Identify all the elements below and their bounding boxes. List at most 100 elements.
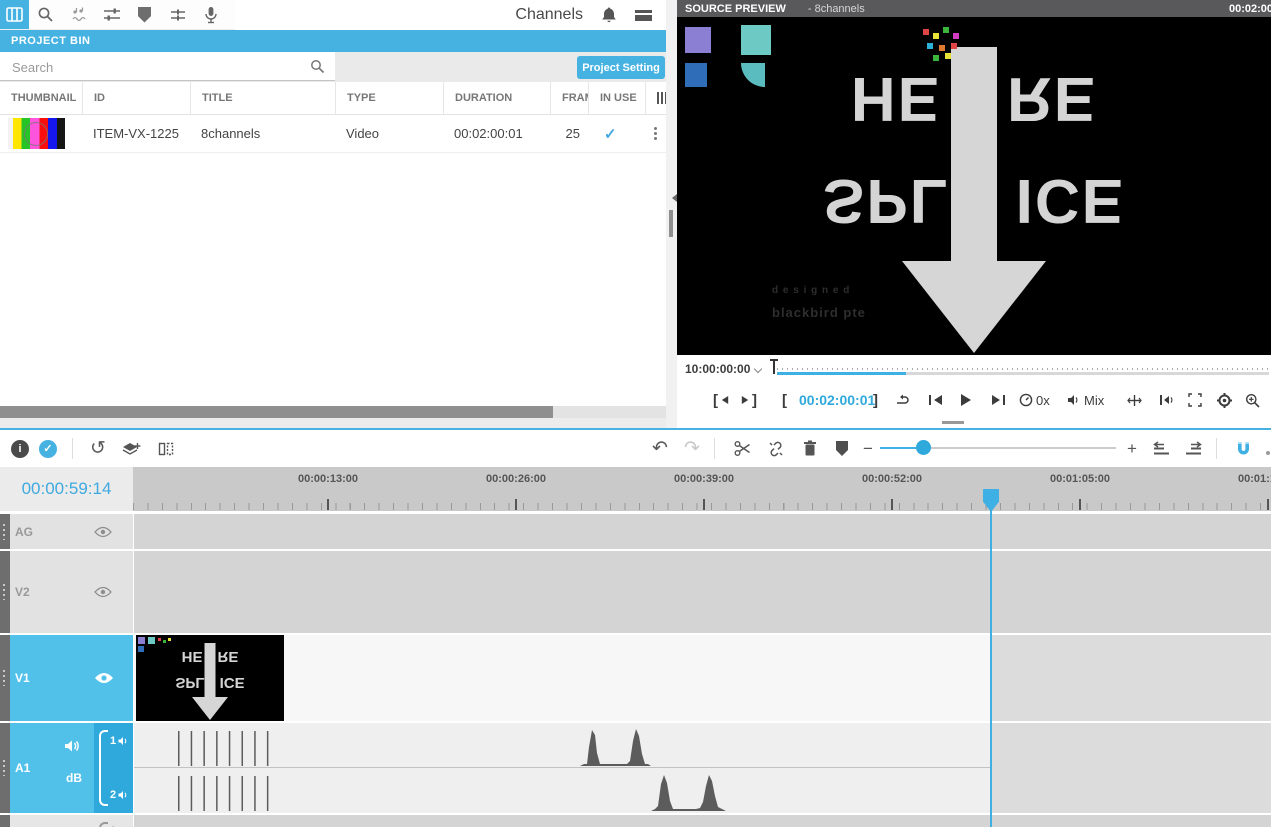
scrub-progress-track[interactable] (777, 372, 1269, 375)
tab-search[interactable] (29, 0, 62, 29)
clip-thumbnail[interactable] (0, 118, 82, 149)
playhead-marker[interactable] (983, 489, 999, 511)
visibility-eye-icon[interactable] (94, 526, 112, 538)
channel-1-toggle[interactable]: 1 (110, 735, 129, 747)
zoom-in-plus[interactable]: + (1122, 430, 1142, 467)
audio-mix-control[interactable]: Mix (1067, 385, 1104, 415)
a1-channel-group: 1 2 (94, 723, 133, 813)
project-setting-button[interactable]: Project Setting (577, 56, 665, 79)
timecode-dropdown-caret-icon[interactable] (754, 365, 762, 373)
overflow-icon[interactable] (1264, 430, 1271, 467)
track-drag-handle[interactable] (0, 815, 10, 827)
audio-lane-1[interactable] (134, 723, 991, 767)
fullscreen-icon[interactable] (1188, 385, 1202, 415)
channel-2-toggle[interactable]: 2 (110, 789, 129, 801)
search-row: Search Project Setting (0, 52, 666, 82)
track-v2-content[interactable] (134, 551, 1271, 633)
approve-check-button[interactable]: ✓ (36, 430, 60, 467)
undo-button[interactable]: ↶ (648, 430, 672, 467)
timeline-clip-v1[interactable]: SPL ICE HE RE (136, 635, 284, 721)
track-speaker-icon[interactable] (64, 739, 81, 753)
play-button[interactable] (961, 385, 971, 415)
scrub-cursor[interactable] (773, 359, 775, 374)
col-in-use[interactable]: IN USE (588, 82, 645, 114)
mix-label: Mix (1084, 393, 1104, 408)
loop-playback-icon[interactable] (895, 385, 910, 415)
tab-adjust[interactable] (95, 0, 128, 29)
shift-track-up-icon[interactable] (1148, 430, 1174, 467)
collapse-panel-icon[interactable] (668, 194, 677, 202)
tab-media-log[interactable] (62, 0, 95, 29)
track-drag-handle[interactable] (0, 635, 10, 721)
visibility-eye-icon[interactable] (94, 586, 112, 598)
search-input[interactable]: Search (0, 52, 335, 81)
track-drag-handle[interactable] (0, 551, 10, 633)
jump-to-in-button[interactable]: [ (713, 385, 729, 415)
unlink-icon[interactable] (764, 430, 788, 467)
vertical-scrollbar-thumb[interactable] (669, 210, 673, 237)
menu-hamburger-icon[interactable] (635, 10, 652, 21)
tab-marker[interactable] (128, 0, 161, 29)
media-notes-icon (70, 7, 88, 23)
preview-mini-scrollbar[interactable] (942, 421, 964, 424)
next-frame-button[interactable] (992, 385, 1005, 415)
col-id[interactable]: ID (82, 82, 190, 114)
col-title[interactable]: TITLE (190, 82, 335, 114)
zoom-out-minus[interactable]: − (858, 430, 878, 467)
timeline-current-timecode[interactable]: 00:00:59:14 (0, 467, 133, 511)
track-a1-content[interactable] (134, 723, 1271, 813)
playhead-line[interactable] (990, 511, 992, 827)
add-marker-icon[interactable] (830, 430, 854, 467)
mark-in-button[interactable]: [ (782, 385, 787, 415)
prev-frame-button[interactable] (929, 385, 942, 415)
shift-track-down-icon[interactable] (1180, 430, 1206, 467)
col-frame[interactable]: FRAME (550, 82, 588, 114)
delete-trash-icon[interactable] (798, 430, 822, 467)
row-menu-kebab-icon[interactable] (645, 127, 666, 140)
tab-project-bin[interactable] (0, 0, 29, 29)
snap-magnet-icon[interactable] (1230, 430, 1256, 467)
insert-edit-icon[interactable] (1127, 385, 1142, 415)
scrub-timecode[interactable]: 10:00:00:00 (685, 362, 750, 376)
track-drag-handle[interactable] (0, 514, 10, 549)
col-thumbnail[interactable]: THUMBNAIL (0, 82, 82, 114)
visibility-eye-icon[interactable] (94, 672, 114, 685)
track-a2-content[interactable] (134, 815, 1271, 827)
track-v2-header[interactable]: V2 (10, 551, 133, 633)
add-layer-icon[interactable] (118, 430, 144, 467)
reload-icon[interactable]: ↺ (86, 430, 110, 467)
timeline-ruler[interactable]: 00:00:13:0000:00:26:0000:00:39:0000:00:5… (133, 467, 1271, 511)
table-row[interactable]: ITEM-VX-1225 8channels Video 00:02:00:01… (0, 115, 666, 153)
db-label[interactable]: dB (66, 771, 82, 785)
tab-voiceover[interactable] (194, 0, 227, 29)
scrub-tick-ruler[interactable] (777, 368, 1269, 370)
info-button[interactable]: i (8, 430, 32, 467)
mark-out-button[interactable]: ] (873, 385, 878, 415)
zoom-slider-knob[interactable] (916, 440, 931, 455)
track-v1-content[interactable]: SPL ICE HE RE (134, 635, 1271, 721)
bin-horizontal-scrollbar[interactable] (0, 406, 666, 418)
track-ag-header[interactable]: AG (10, 514, 133, 549)
video-viewport[interactable]: SPL ICE HE RE blackbird pte d e s i g n … (677, 17, 1271, 355)
col-type[interactable]: TYPE (335, 82, 443, 114)
track-drag-handle[interactable] (0, 723, 10, 813)
zoom-in-icon[interactable] (1245, 385, 1260, 415)
track-ag-content[interactable] (134, 514, 1271, 549)
notifications-bell-icon[interactable] (601, 6, 617, 24)
redo-button[interactable]: ↷ (680, 430, 704, 467)
cut-scissors-icon[interactable] (730, 430, 754, 467)
col-duration[interactable]: DURATION (443, 82, 550, 114)
timeline-zoom-slider[interactable] (880, 447, 1116, 449)
column-settings-icon[interactable] (645, 82, 666, 114)
tab-mixer[interactable] (161, 0, 194, 29)
split-view-icon[interactable] (154, 430, 178, 467)
transport-timecode[interactable]: 00:02:00:01 (799, 385, 875, 415)
overwrite-edit-icon[interactable] (1159, 385, 1174, 415)
scrollbar-thumb[interactable] (0, 406, 553, 418)
track-v1-header[interactable]: V1 (10, 635, 133, 721)
preview-settings-gear-icon[interactable] (1217, 385, 1232, 415)
audio-lane-2[interactable] (134, 768, 991, 813)
jump-to-out-button[interactable]: ] (741, 385, 757, 415)
playback-speed[interactable]: 0x (1019, 385, 1050, 415)
search-icon[interactable] (310, 59, 325, 74)
